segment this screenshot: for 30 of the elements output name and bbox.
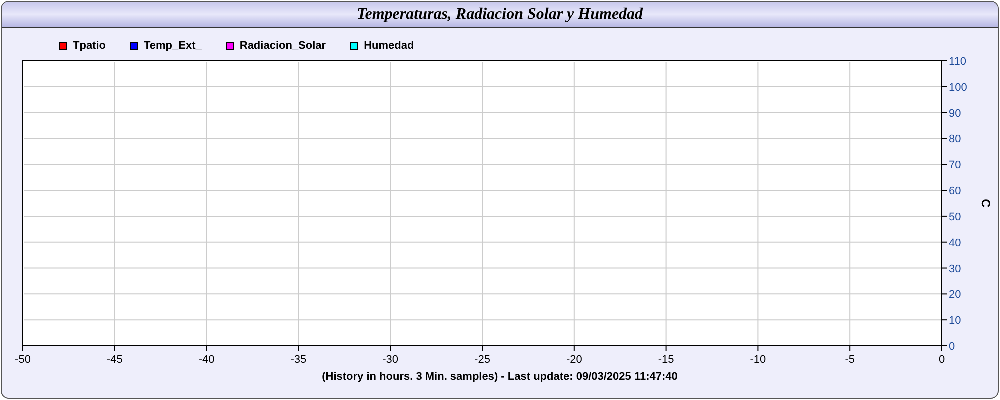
footer-note: (History in hours. 3 Min. samples) - Last update: 09/03/2025 11:47:40 [322, 370, 678, 385]
x-tick-label: -30 [382, 354, 399, 366]
chart-title: Temperaturas, Radiacion Solar y Humedad [356, 4, 644, 24]
y-tick-label: 100 [949, 82, 968, 94]
x-tick-label: -10 [750, 354, 766, 366]
x-tick-label: -20 [566, 354, 582, 366]
y-tick-label: 40 [949, 237, 962, 250]
x-tick-label: -25 [474, 354, 490, 366]
y-tick-label: 80 [949, 134, 962, 146]
x-tick-label: -45 [106, 354, 123, 366]
y-tick-label: 20 [949, 289, 962, 302]
legend-label: Temp_Ext_ [144, 38, 202, 54]
y-tick-label: 70 [949, 160, 962, 172]
legend-label: Humedad [364, 38, 414, 54]
y-tick-label: 10 [949, 315, 962, 328]
y-tick-label: 110 [949, 56, 967, 68]
x-tick-label: -35 [290, 354, 307, 366]
y-tick-label: 60 [949, 186, 962, 198]
x-tick-label: -50 [15, 354, 31, 366]
y-tick-label: 30 [949, 263, 962, 276]
y-tick-label: 90 [949, 108, 962, 120]
legend-label: Tpatio [73, 38, 106, 54]
legend-label: Radiacion_Solar [240, 38, 326, 54]
y-axis-title: C [979, 199, 993, 208]
x-tick-label: -15 [658, 354, 674, 366]
x-tick-label: -5 [845, 354, 855, 366]
y-tick-label: 0 [949, 341, 956, 353]
y-tick-label: 50 [949, 211, 962, 224]
x-tick-label: 0 [938, 354, 946, 366]
x-tick-label: -40 [198, 354, 215, 366]
